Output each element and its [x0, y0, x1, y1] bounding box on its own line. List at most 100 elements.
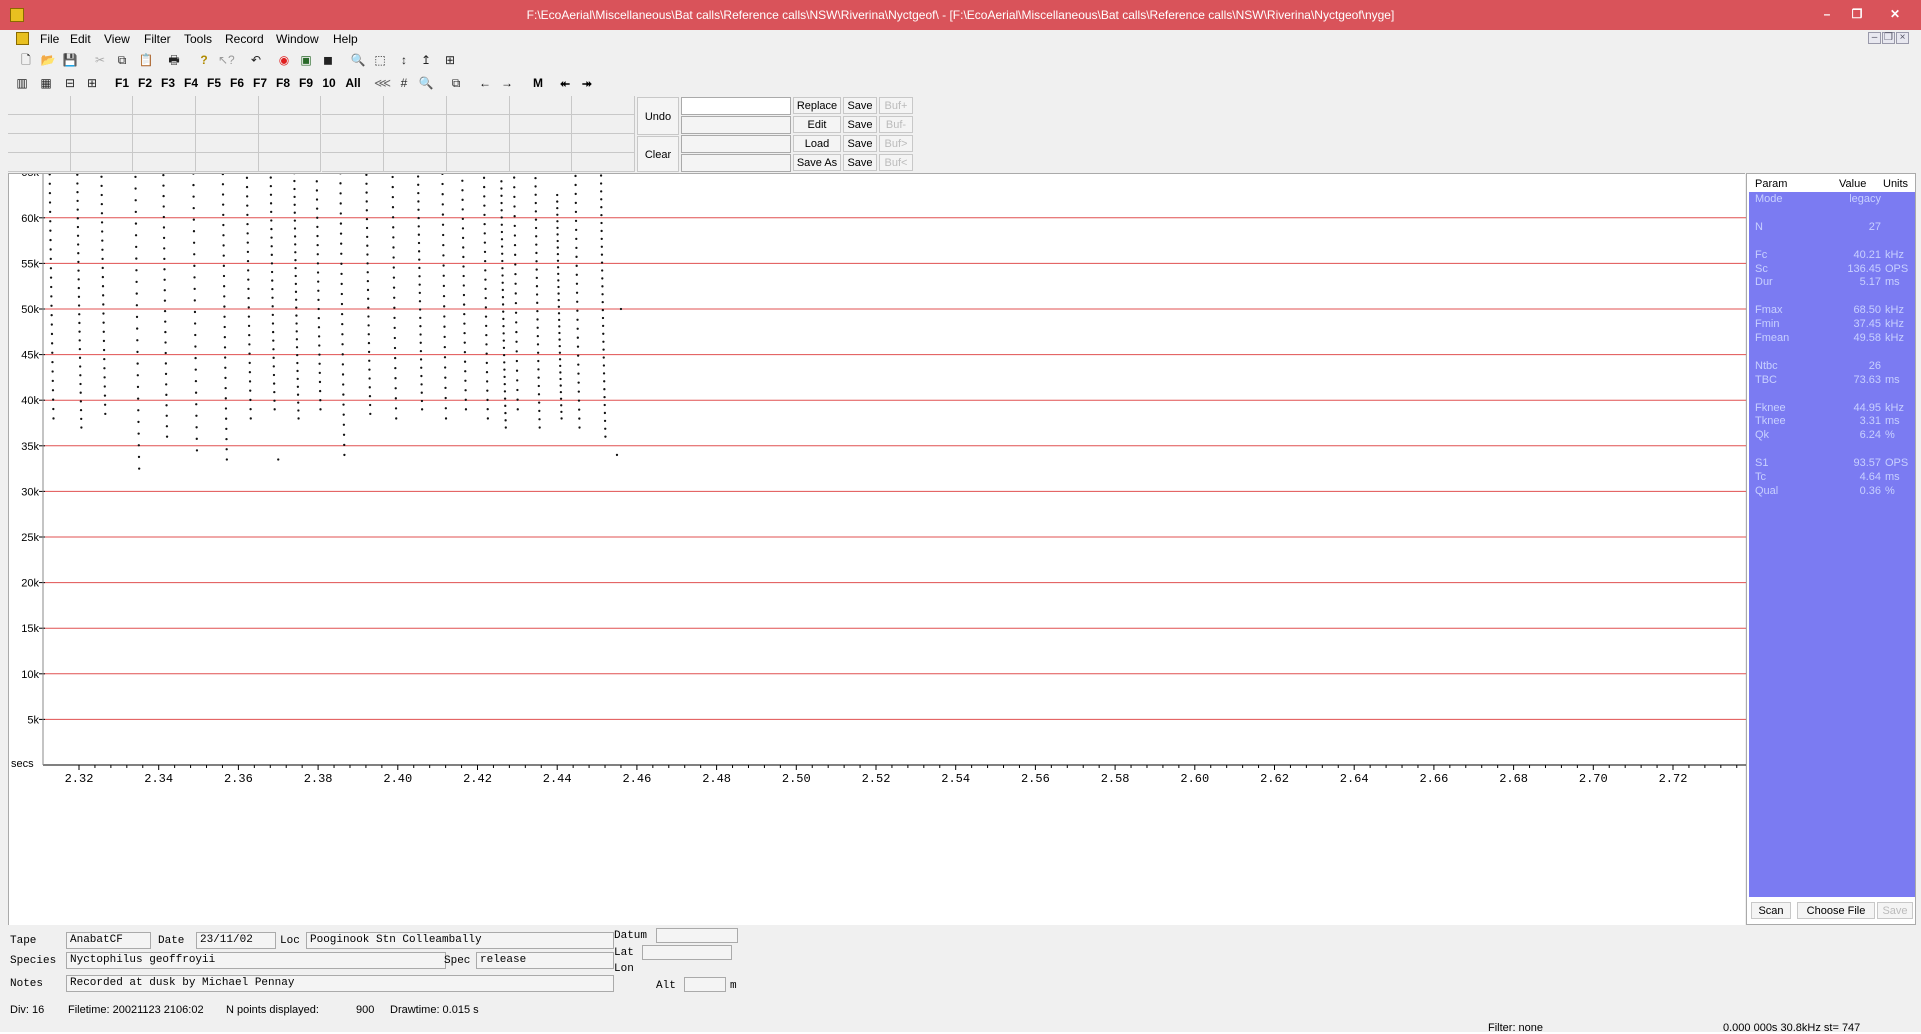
fast-forward-button[interactable]: ⯮	[578, 74, 596, 92]
new-file-icon[interactable]: 🗋	[18, 52, 34, 68]
grid-cell[interactable]	[384, 115, 447, 134]
f7-button[interactable]: F7	[250, 74, 270, 92]
grid-cell[interactable]	[71, 96, 134, 115]
grid-cell[interactable]	[510, 134, 573, 153]
vertical-arrow-icon[interactable]: ↥	[418, 52, 434, 68]
image-icon[interactable]: ▣	[298, 52, 314, 68]
grid-cell[interactable]	[322, 115, 385, 134]
buf-next-button[interactable]: Buf>	[879, 135, 913, 152]
grid-cell[interactable]	[572, 153, 635, 172]
save-as-button[interactable]: Save As	[793, 154, 841, 171]
f8-button[interactable]: F8	[273, 74, 293, 92]
date-field[interactable]: 23/11/02	[196, 932, 276, 949]
fast-back-button[interactable]: ⯬	[556, 74, 574, 92]
zoom-fit-icon[interactable]: ⊟	[62, 75, 78, 91]
vertical-arrows-icon[interactable]: ↕	[396, 52, 412, 68]
buf-prev-button[interactable]: Buf<	[879, 154, 913, 171]
buffer-field-4[interactable]	[681, 154, 791, 172]
spec-field[interactable]: release	[476, 952, 614, 969]
print-icon[interactable]: 🖶	[166, 52, 182, 68]
datum-field[interactable]	[656, 928, 738, 943]
close-button[interactable]: ✕	[1880, 5, 1910, 23]
f9-button[interactable]: F9	[296, 74, 316, 92]
grid-cell[interactable]	[196, 96, 259, 115]
select-box-icon[interactable]: ⬚	[372, 52, 388, 68]
sonogram-plot[interactable]: 75k70k65k60k55k50k45k40k35k30k25k20k15k1…	[8, 173, 1745, 925]
panel-save-button[interactable]: Save	[1877, 902, 1913, 919]
grid-cell[interactable]	[196, 153, 259, 172]
grid-cell[interactable]	[572, 96, 635, 115]
network-icon[interactable]: ⊞	[442, 52, 458, 68]
f3-button[interactable]: F3	[158, 74, 178, 92]
save-button-3[interactable]: Save	[843, 135, 877, 152]
grid-cell[interactable]	[572, 115, 635, 134]
menu-filter[interactable]: Filter	[144, 32, 171, 46]
f2-button[interactable]: F2	[135, 74, 155, 92]
zoom-icon[interactable]: 🔍	[350, 52, 366, 68]
compressed-view-icon[interactable]: ▥	[14, 75, 30, 91]
grid-cell[interactable]	[322, 96, 385, 115]
grid-cell[interactable]	[8, 96, 71, 115]
tape-field[interactable]: AnabatCF	[66, 932, 151, 949]
replace-button[interactable]: Replace	[793, 97, 841, 114]
grid-cell[interactable]	[447, 115, 510, 134]
save-button-1[interactable]: Save	[843, 97, 877, 114]
mdi-restore-button[interactable]: ❐	[1882, 32, 1895, 44]
open-folder-icon[interactable]: 📂	[40, 52, 56, 68]
record-icon[interactable]: ◉	[276, 52, 292, 68]
grid-cell[interactable]	[71, 153, 134, 172]
mdi-close-button[interactable]: ×	[1896, 32, 1909, 44]
grid-cell[interactable]	[572, 134, 635, 153]
menu-window[interactable]: Window	[276, 32, 319, 46]
document-icon[interactable]	[16, 32, 29, 45]
paste-icon[interactable]: 📋	[138, 52, 154, 68]
choose-file-button[interactable]: Choose File	[1797, 902, 1875, 919]
grid-cell[interactable]	[8, 153, 71, 172]
grid-cell[interactable]	[133, 115, 196, 134]
f4-button[interactable]: F4	[181, 74, 201, 92]
menu-help[interactable]: Help	[333, 32, 358, 46]
grid-cell[interactable]	[133, 96, 196, 115]
grid-cell[interactable]	[196, 115, 259, 134]
f5-button[interactable]: F5	[204, 74, 224, 92]
lat-field[interactable]	[642, 945, 732, 960]
menu-tools[interactable]: Tools	[184, 32, 212, 46]
grid-cell[interactable]	[8, 134, 71, 153]
grid-cell[interactable]	[133, 134, 196, 153]
waveform-icon[interactable]: ⋘	[374, 75, 390, 91]
compare-icon[interactable]: ⊞	[84, 75, 100, 91]
all-button[interactable]: All	[342, 74, 364, 92]
save-disk-icon[interactable]: 💾	[62, 52, 78, 68]
buffer-field-2[interactable]	[681, 116, 791, 134]
grid-cell[interactable]	[447, 134, 510, 153]
grid-cell[interactable]	[384, 96, 447, 115]
mdi-minimize-button[interactable]: –	[1868, 32, 1881, 44]
hash-icon[interactable]: #	[396, 75, 412, 91]
minimize-button[interactable]: –	[1816, 5, 1838, 23]
arrow-right-button[interactable]: →	[498, 74, 516, 92]
menu-file[interactable]: File	[40, 32, 59, 46]
grid-cell[interactable]	[196, 134, 259, 153]
scan-button[interactable]: Scan	[1751, 902, 1791, 919]
grid-cell[interactable]	[447, 96, 510, 115]
f10-button[interactable]: 10	[319, 74, 339, 92]
save-button-4[interactable]: Save	[843, 154, 877, 171]
grid-cell[interactable]	[259, 96, 322, 115]
grid-cell[interactable]	[322, 153, 385, 172]
copy-view-icon[interactable]: ⧉	[448, 75, 464, 91]
loc-field[interactable]: Pooginook Stn Colleambally	[306, 932, 614, 949]
grid-cell[interactable]	[510, 153, 573, 172]
f6-button[interactable]: F6	[227, 74, 247, 92]
notes-field[interactable]: Recorded at dusk by Michael Pennay	[66, 975, 614, 992]
grid-cell[interactable]	[133, 153, 196, 172]
clear-button[interactable]: Clear	[637, 136, 679, 172]
edit-button[interactable]: Edit	[793, 116, 841, 133]
grid-cell[interactable]	[510, 115, 573, 134]
magnify-icon[interactable]: 🔍	[418, 75, 434, 91]
arrow-left-button[interactable]: ←	[476, 74, 494, 92]
undo-arrow-icon[interactable]: ↶	[248, 52, 264, 68]
alt-field[interactable]	[684, 977, 726, 992]
grid-cell[interactable]	[259, 153, 322, 172]
buf-plus-button[interactable]: Buf+	[879, 97, 913, 114]
f1-button[interactable]: F1	[112, 74, 132, 92]
